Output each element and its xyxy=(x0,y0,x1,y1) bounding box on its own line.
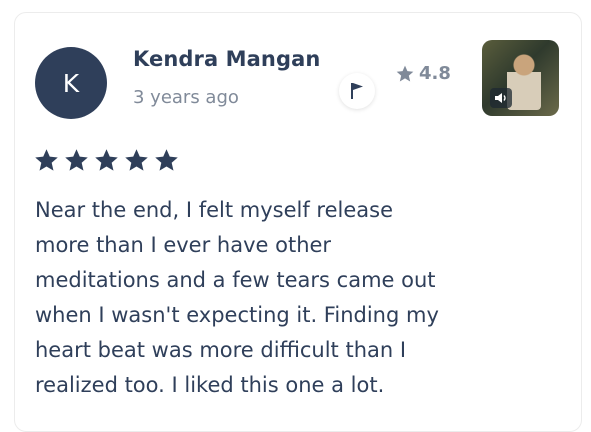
star-icon xyxy=(35,149,58,171)
review-text: Near the end, I felt myself release more… xyxy=(35,193,575,403)
review-card: K Kendra Mangan 3 years ago 4.8 Near the… xyxy=(14,12,582,432)
review-line: heart beat was more difficult than I xyxy=(35,338,407,362)
review-stars xyxy=(33,147,180,174)
review-line: more than I ever have other xyxy=(35,233,332,257)
report-flag-button[interactable] xyxy=(339,73,375,109)
content-rating: 4.8 xyxy=(395,63,451,84)
speaker-icon xyxy=(490,88,512,108)
thumbnail-image xyxy=(507,50,541,110)
star-icon xyxy=(396,65,414,81)
star-icon xyxy=(125,149,148,171)
star-icon xyxy=(95,149,118,171)
star-icon xyxy=(65,149,88,171)
review-line: meditations and a few tears came out xyxy=(35,268,436,292)
flag-icon xyxy=(351,83,363,99)
review-line: when I wasn't expecting it. Finding my xyxy=(35,303,439,327)
author-name[interactable]: Kendra Mangan xyxy=(133,47,320,71)
star-icon xyxy=(155,149,178,171)
avatar: K xyxy=(35,47,107,119)
review-line: realized too. I liked this one a lot. xyxy=(35,373,385,397)
rating-value: 4.8 xyxy=(419,63,451,84)
meditation-thumbnail[interactable] xyxy=(482,40,559,116)
avatar-initial: K xyxy=(62,68,80,98)
review-line: Near the end, I felt myself release xyxy=(35,198,394,222)
posted-time: 3 years ago xyxy=(133,87,239,108)
